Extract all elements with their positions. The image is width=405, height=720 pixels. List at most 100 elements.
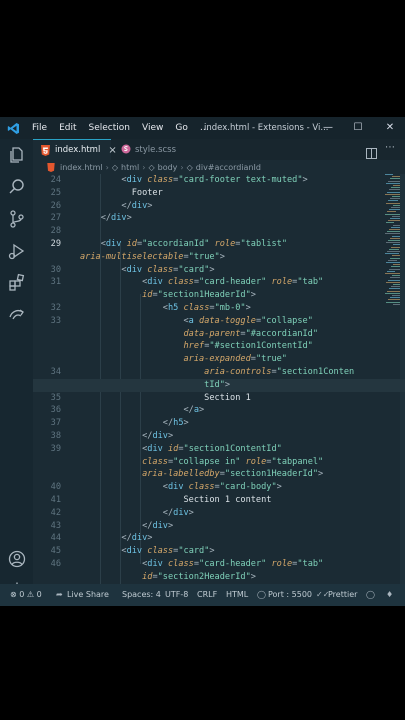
code-line[interactable]: 43 </div> <box>33 520 405 533</box>
menu-view[interactable]: View <box>136 117 169 139</box>
element-icon: ◇ <box>148 162 155 172</box>
eol-status[interactable]: CRLF <box>197 584 217 606</box>
search-icon[interactable] <box>7 177 27 197</box>
code-token: > <box>188 507 194 518</box>
more-actions-icon[interactable]: ⋯ <box>385 142 395 153</box>
line-number: 24 <box>50 175 61 185</box>
code-token: "#section1ContentId" <box>209 341 313 352</box>
code-line[interactable]: 31 <div class="card-header" role="tab" <box>33 276 405 289</box>
code-text: aria-controls="section1Conten <box>80 366 354 379</box>
menu-file[interactable]: File <box>26 117 53 139</box>
tab-style-scss[interactable]: style.scss <box>113 139 193 160</box>
notifications-bell-icon[interactable]: ♦ <box>386 584 393 606</box>
breadcrumb-file[interactable]: index.html <box>60 163 103 172</box>
indentation-status[interactable]: Spaces: 4 <box>122 584 161 606</box>
code-line[interactable]: 40 <div class="card-body"> <box>33 481 405 494</box>
extensions-icon[interactable] <box>7 273 27 293</box>
code-token: < <box>80 277 148 288</box>
explorer-icon[interactable] <box>7 145 27 165</box>
menu-selection[interactable]: Selection <box>83 117 136 139</box>
code-token: > <box>219 251 225 262</box>
code-line[interactable]: 34 aria-controls="section1Conten <box>33 366 405 379</box>
code-token: "tab" <box>297 277 324 288</box>
minimize-button[interactable]: — <box>313 117 343 139</box>
code-text: </h5> <box>80 417 189 430</box>
code-line[interactable]: 32 <h5 class="mb-0"> <box>33 302 405 315</box>
line-number: 40 <box>50 482 61 493</box>
feedback-icon[interactable]: ◯ <box>366 584 375 606</box>
code-line[interactable]: aria-multiselectable="true"> <box>33 251 405 264</box>
code-line[interactable]: 24 <div class="card-footer text-muted"> <box>33 174 405 187</box>
breadcrumb-body[interactable]: body <box>158 163 178 172</box>
code-token: > <box>209 546 215 557</box>
menu-edit[interactable]: Edit <box>53 117 82 139</box>
code-line[interactable]: aria-expanded="true" <box>33 353 405 366</box>
code-token: > <box>302 175 308 185</box>
close-window-button[interactable]: ✕ <box>375 117 405 139</box>
encoding-status[interactable]: UTF-8 <box>165 584 188 606</box>
code-editor[interactable]: 24 <div class="card-footer text-muted"> 2… <box>33 174 405 584</box>
code-line[interactable]: 33 <a data-toggle="collapse" <box>33 315 405 328</box>
code-line[interactable]: 44 </div> <box>33 532 405 545</box>
run-debug-icon[interactable] <box>7 241 27 261</box>
language-mode[interactable]: HTML <box>226 584 248 606</box>
line-number: 37 <box>50 418 61 429</box>
chevron-right-icon: › <box>105 162 109 172</box>
code-line[interactable]: 35 Section 1 <box>33 392 405 405</box>
code-token: </ <box>80 431 153 441</box>
code-token: aria-controls <box>80 367 272 377</box>
tab-index-html[interactable]: index.html × <box>33 139 117 160</box>
code-line[interactable]: 27 </div> <box>33 212 405 225</box>
code-line[interactable]: 36 </a> <box>33 404 405 417</box>
code-token: role <box>240 456 267 467</box>
code-line[interactable]: 42 </div> <box>33 507 405 520</box>
code-line[interactable]: tId"> <box>33 378 405 392</box>
element-icon: ◇ <box>111 162 119 172</box>
breadcrumb-div[interactable]: div#accordianId <box>196 163 261 172</box>
editor-tabs: index.html × style.scss ⋯ <box>33 139 405 160</box>
code-line[interactable]: id="section1HeaderId"> <box>33 289 405 302</box>
code-line[interactable]: 46 <div class="card-header" role="tab" <box>33 558 405 571</box>
code-token: class <box>162 559 194 569</box>
code-token: "tablist" <box>240 239 288 249</box>
code-token: > <box>147 533 153 544</box>
code-token: div <box>152 520 168 531</box>
code-token: </ <box>80 533 132 544</box>
live-share-button[interactable]: Live Share <box>67 584 109 606</box>
code-line[interactable]: 45 <div class="card"> <box>33 545 405 558</box>
code-line[interactable]: id="section2HeaderId"> <box>33 571 405 584</box>
breadcrumb-html[interactable]: html <box>121 163 139 172</box>
html-file-icon <box>41 144 50 156</box>
code-text: <div class="card-header" role="tab" <box>80 558 323 571</box>
menu-go[interactable]: Go <box>169 117 193 139</box>
code-line[interactable]: 28 <box>33 225 405 238</box>
remote-explorer-icon[interactable] <box>7 305 27 325</box>
code-line[interactable]: 29 <div id="accordianId" role="tablist" <box>33 238 405 251</box>
code-line[interactable]: 25 Footer <box>33 187 405 200</box>
vscode-window: File Edit Selection View Go … index.html… <box>0 117 405 606</box>
maximize-button[interactable]: ☐ <box>343 117 373 139</box>
code-line[interactable]: 30 <div class="card"> <box>33 264 405 277</box>
live-server-port[interactable]: Port : 5500 <box>268 584 312 606</box>
code-line[interactable]: 37 </h5> <box>33 417 405 430</box>
code-line[interactable]: 41 Section 1 content <box>33 494 405 507</box>
account-icon[interactable] <box>7 549 27 569</box>
code-text: id="section2HeaderId"> <box>80 571 256 584</box>
warning-count: 0 <box>36 590 42 599</box>
code-line[interactable]: 26 </div> <box>33 200 405 213</box>
code-token: < <box>80 175 127 185</box>
code-line[interactable]: data-parent="#accordianId" <box>33 328 405 341</box>
source-control-icon[interactable] <box>7 209 27 229</box>
line-number: 35 <box>50 392 61 403</box>
code-line[interactable]: 38 </div> <box>33 430 405 443</box>
code-line[interactable]: href="#section1ContentId" <box>33 340 405 353</box>
code-token: < <box>80 443 148 454</box>
prettier-status[interactable]: Prettier <box>328 584 357 606</box>
code-line[interactable]: 39 <div id="section1ContentId" <box>33 443 405 456</box>
code-line[interactable]: class="collapse in" role="tabpanel" <box>33 456 405 469</box>
code-text: </div> <box>80 520 173 533</box>
error-count: 0 <box>19 590 25 599</box>
split-editor-icon[interactable] <box>366 144 377 159</box>
problems-indicator[interactable]: ⊗ 0 ⚠ 0 <box>10 584 42 606</box>
code-line[interactable]: aria-labelledby="section1HeaderId"> <box>33 468 405 481</box>
